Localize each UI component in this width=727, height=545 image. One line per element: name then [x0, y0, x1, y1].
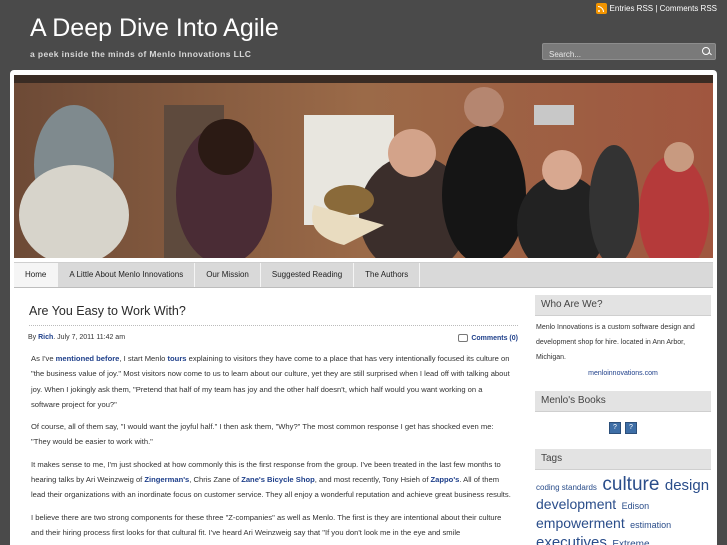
search-input[interactable] — [543, 47, 699, 62]
book-thumbnail-icon[interactable]: ? — [625, 422, 637, 434]
nav-item-our-mission[interactable]: Our Mission — [195, 263, 261, 287]
search-icon[interactable] — [702, 47, 710, 55]
post-date: . July 7, 2011 11:42 am — [53, 334, 126, 341]
books-list: ? ? — [535, 422, 711, 434]
post-paragraph-2: Of course, all of them say, "I would wan… — [31, 422, 494, 447]
comment-bubble-icon — [458, 334, 469, 342]
tag-link[interactable]: empowerment — [536, 515, 625, 531]
tag-cloud: coding standards culture design developm… — [535, 470, 711, 545]
link-mentioned-before[interactable]: mentioned before — [56, 354, 120, 363]
tag-link[interactable]: executives — [536, 534, 607, 545]
link-zingermans[interactable]: Zingerman's — [144, 475, 189, 484]
post-meta: By Rich. July 7, 2011 11:42 am Comments … — [28, 334, 518, 344]
post-meta-by: By — [28, 334, 37, 341]
text-span: , I start Menlo — [119, 354, 168, 363]
comments-count[interactable]: Comments (0) — [471, 335, 518, 342]
tag-link[interactable]: Extreme — [612, 539, 649, 545]
book-thumbnail-icon[interactable]: ? — [609, 422, 621, 434]
rss-links-text[interactable]: Entries RSS | Comments RSS — [610, 4, 717, 13]
banner-photo-illustration — [14, 75, 713, 258]
widget-title-menlos-books: Menlo's Books — [535, 391, 711, 412]
nav-item-about-menlo[interactable]: A Little About Menlo Innovations — [58, 263, 196, 287]
text-span: , Chris Zane of — [189, 475, 242, 485]
post-paragraph-3: It makes sense to me, I'm just shocked a… — [31, 457, 513, 503]
main-navigation: Home A Little About Menlo Innovations Ou… — [14, 262, 713, 288]
link-zanes-bicycle-shop[interactable]: Zane's Bicycle Shop — [241, 475, 315, 484]
widget-title-tags: Tags — [535, 449, 711, 470]
rss-links[interactable]: Entries RSS | Comments RSS — [595, 3, 717, 14]
link-tours[interactable]: tours — [168, 354, 187, 363]
post-content: Are You Easy to Work With? By Rich. July… — [28, 300, 518, 540]
tag-link[interactable]: development — [536, 496, 616, 512]
tag-link[interactable]: culture — [602, 474, 659, 495]
header-banner-photo — [14, 75, 713, 258]
rss-icon[interactable] — [595, 3, 607, 14]
comments-link[interactable]: Comments (0) — [458, 334, 518, 342]
tag-link[interactable]: coding standards — [536, 483, 597, 492]
post-author-link[interactable]: Rich — [38, 334, 53, 341]
site-title[interactable]: A Deep Dive Into Agile — [30, 14, 279, 43]
who-are-we-text: Menlo Innovations is a custom software d… — [536, 324, 695, 361]
site-header: A Deep Dive Into Agile a peek inside the… — [0, 0, 727, 70]
tag-link[interactable]: estimation — [630, 520, 671, 530]
tag-link[interactable]: design — [665, 477, 709, 494]
post-title[interactable]: Are You Easy to Work With? — [29, 304, 518, 326]
link-zappos[interactable]: Zappo's — [431, 475, 460, 484]
tag-link[interactable]: Edison — [622, 501, 650, 511]
menlo-website-link[interactable]: menloinnovations.com — [535, 370, 711, 377]
nav-item-home[interactable]: Home — [14, 263, 59, 287]
page-container: Home A Little About Menlo Innovations Ou… — [10, 70, 717, 545]
text-span: , and most recently, Tony Hsieh of — [314, 475, 431, 485]
search-box[interactable] — [542, 43, 716, 62]
nav-item-suggested-reading[interactable]: Suggested Reading — [261, 263, 355, 287]
nav-item-the-authors[interactable]: The Authors — [354, 263, 421, 287]
site-tagline: a peek inside the minds of Menlo Innovat… — [30, 49, 252, 59]
text-span: As I've — [31, 354, 56, 363]
sidebar: Who Are We? Menlo Innovations is a custo… — [535, 295, 711, 545]
post-paragraph-1: As I've mentioned before, I start Menlo … — [31, 351, 513, 412]
post-paragraph-4: I believe there are two strong component… — [31, 512, 502, 537]
widget-title-who-are-we: Who Are We? — [535, 295, 711, 316]
